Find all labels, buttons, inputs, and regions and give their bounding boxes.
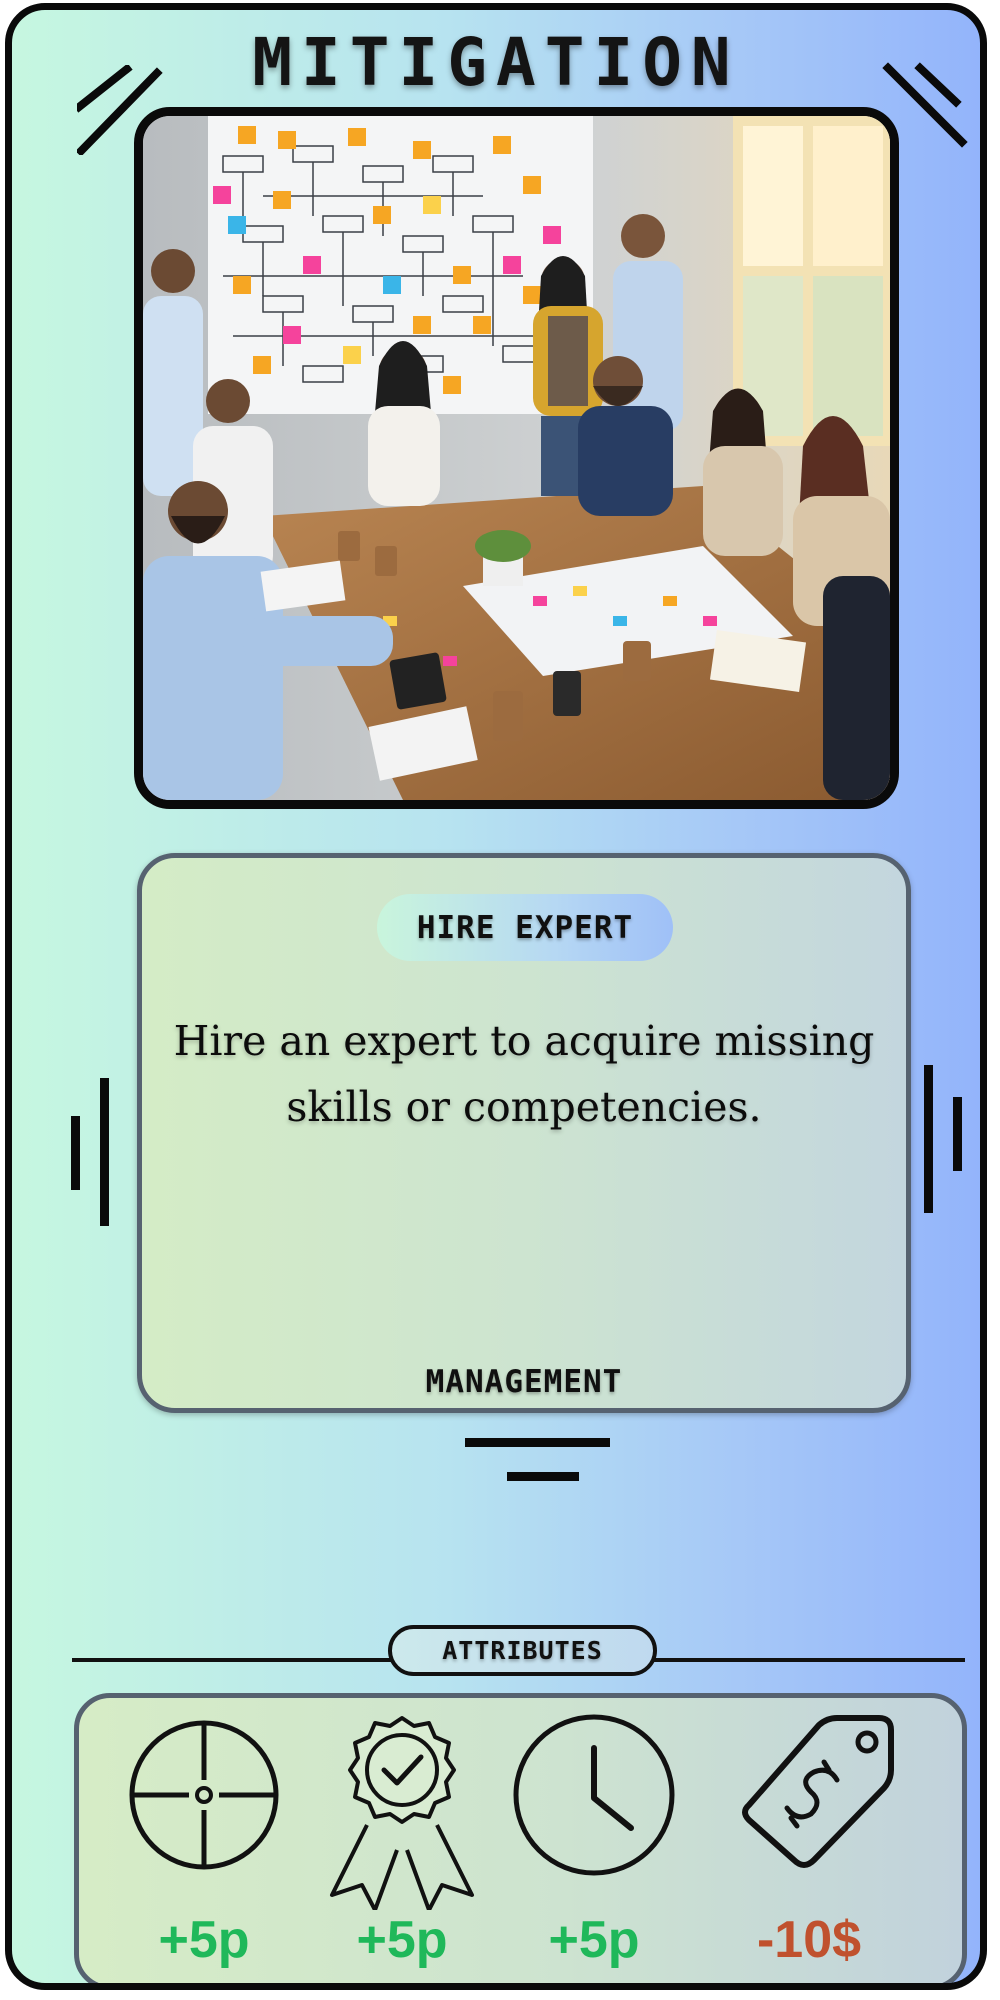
right-side-bars (924, 1065, 962, 1213)
card-description: Hire an expert to acquire missing skills… (173, 1017, 875, 1131)
attribute-value: +5p (356, 1911, 448, 1969)
clock-icon (513, 1714, 675, 1876)
price-tag-dollar-icon (742, 1715, 894, 1868)
attribute-value: +5p (158, 1911, 250, 1969)
crosshair-icon (129, 1720, 279, 1870)
game-card[interactable]: MITIGATION HIRE EXPERT Hire an expert to… (5, 3, 987, 1990)
attribute-value: -10$ (756, 1911, 862, 1969)
card-name-pill: HIRE EXPERT (377, 894, 673, 961)
description-panel: HIRE EXPERT Hire an expert to acquire mi… (137, 853, 911, 1413)
card-category: MANAGEMENT (425, 1364, 623, 1400)
card-illustration (134, 107, 899, 809)
award-badge-icon (330, 1716, 474, 1910)
attribute-quality: +5p (317, 1698, 507, 1983)
attributes-panel: +5p +5p +5p -10$ (74, 1693, 967, 1983)
attribute-precision: +5p (119, 1698, 309, 1983)
attribute-value: +5p (548, 1911, 640, 1969)
attribute-cost: -10$ (719, 1698, 909, 1983)
attributes-label: ATTRIBUTES (388, 1625, 657, 1676)
team-meeting-photo (143, 116, 890, 800)
center-dash-decoration (465, 1438, 610, 1481)
attribute-time: +5p (509, 1698, 699, 1983)
left-side-bars (71, 1078, 109, 1226)
